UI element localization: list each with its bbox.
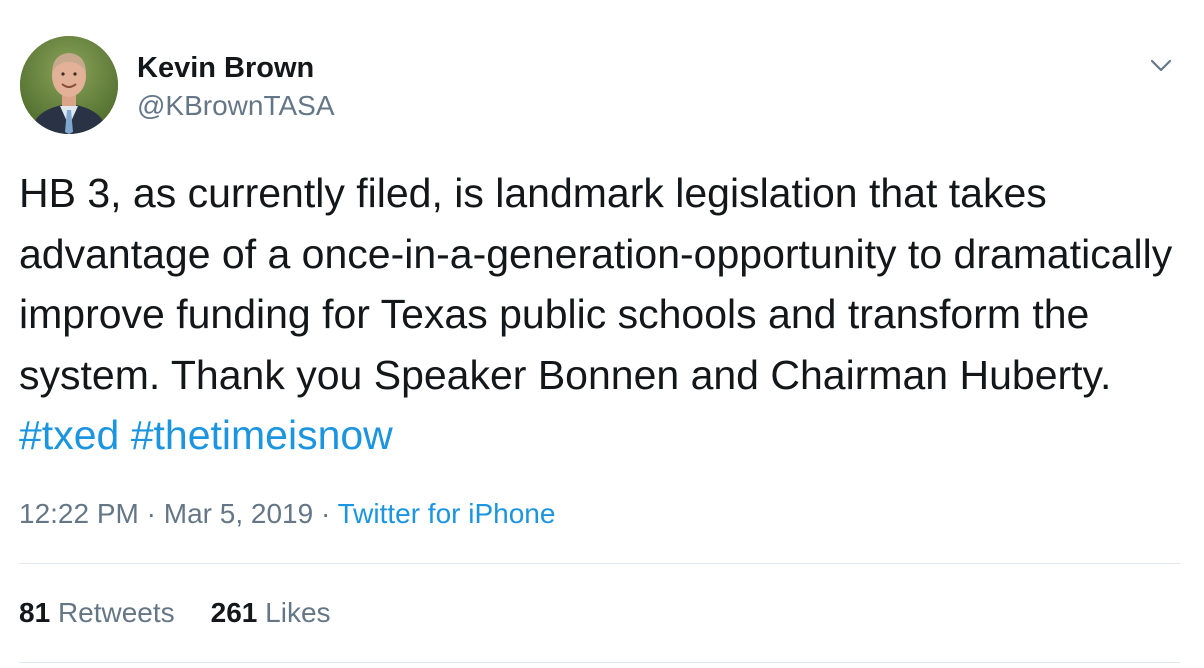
- likes-label: Likes: [265, 597, 331, 628]
- retweets-stat[interactable]: 81 Retweets: [19, 593, 175, 633]
- divider: [19, 563, 1180, 564]
- tweet-metadata: 12:22 PM · Mar 5, 2019 · Twitter for iPh…: [19, 494, 555, 534]
- retweets-label: Retweets: [57, 597, 175, 628]
- tweet-date[interactable]: Mar 5, 2019: [164, 498, 313, 529]
- meta-separator: ·: [313, 498, 338, 529]
- avatar[interactable]: [20, 36, 118, 134]
- tweet-source-link[interactable]: Twitter for iPhone: [338, 498, 556, 529]
- author-name[interactable]: Kevin Brown: [137, 50, 314, 86]
- hashtag-link[interactable]: #txed: [19, 412, 119, 458]
- avatar-photo: [20, 36, 118, 134]
- hashtag-link[interactable]: #thetimeisnow: [131, 412, 393, 458]
- author-handle[interactable]: @KBrownTASA: [137, 88, 335, 124]
- tweet-time[interactable]: 12:22 PM: [19, 498, 139, 529]
- retweets-count: 81: [19, 597, 51, 628]
- tweet-body: HB 3, as currently filed, is landmark le…: [19, 170, 1184, 398]
- likes-stat[interactable]: 261 Likes: [211, 593, 331, 633]
- likes-count: 261: [210, 597, 258, 628]
- tweet-stats: 81 Retweets 261 Likes: [19, 593, 367, 633]
- tweet-card: Kevin Brown @KBrownTASA HB 3, as current…: [0, 0, 1204, 668]
- divider: [19, 662, 1180, 663]
- tweet-text: HB 3, as currently filed, is landmark le…: [19, 163, 1194, 466]
- chevron-down-icon[interactable]: [1146, 50, 1176, 80]
- meta-separator: ·: [138, 498, 164, 529]
